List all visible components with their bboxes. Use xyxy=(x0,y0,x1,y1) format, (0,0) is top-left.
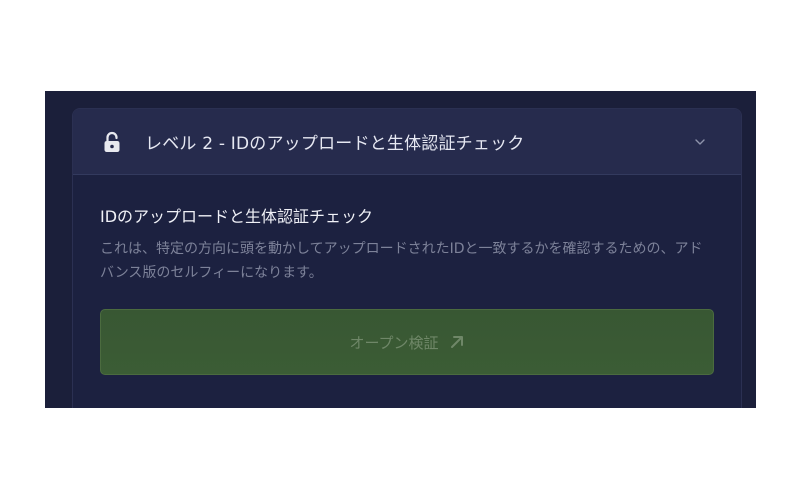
accordion-body: IDのアップロードと生体認証チェック これは、特定の方向に頭を動かしてアップロー… xyxy=(73,175,741,375)
open-verification-button-label: オープン検証 xyxy=(349,333,439,352)
lock-open-icon xyxy=(101,130,123,154)
chevron-down-icon[interactable] xyxy=(693,135,707,149)
accordion-header-level-2[interactable]: レベル 2 - IDのアップロードと生体認証チェック xyxy=(73,109,741,175)
verification-level-card: レベル 2 - IDのアップロードと生体認証チェック IDのアップロードと生体認… xyxy=(72,108,742,408)
section-title: IDのアップロードと生体認証チェック xyxy=(100,207,374,226)
app-viewport: レベル 2 - IDのアップロードと生体認証チェック IDのアップロードと生体認… xyxy=(45,91,756,408)
open-verification-button[interactable]: オープン検証 xyxy=(100,309,714,375)
section-description: これは、特定の方向に頭を動かしてアップロードされたIDと一致するかを確認するため… xyxy=(100,241,703,281)
accordion-header-title: レベル 2 - IDのアップロードと生体認証チェック xyxy=(145,134,525,154)
arrow-up-right-icon xyxy=(449,334,465,350)
